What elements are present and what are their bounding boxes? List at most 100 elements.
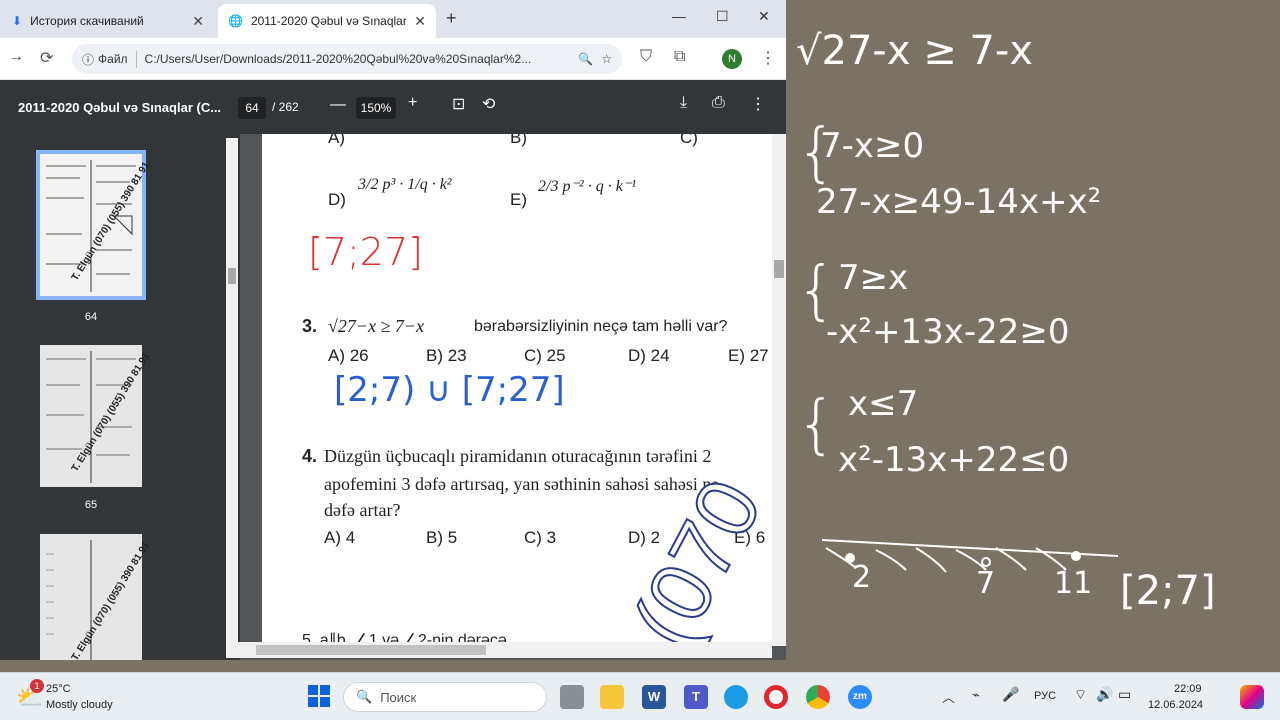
handwritten-answer-red: [7;27] (308, 230, 423, 274)
download-icon[interactable]: ⤓ (680, 94, 687, 112)
option-label: C) (680, 134, 698, 147)
option-label: A) (328, 134, 345, 147)
volume-icon[interactable]: 🔊 (1096, 686, 1113, 703)
network-off-icon[interactable]: ⌁ (972, 687, 980, 703)
close-window-icon[interactable]: ✕ (758, 8, 770, 25)
start-windows-icon[interactable] (308, 685, 330, 707)
page-thumbnail-65[interactable]: T. Elgün (070) (055) 390 81 91 (40, 345, 152, 487)
answer-option: D) 24 (628, 346, 670, 365)
clock-date[interactable]: 12.06.2024 (1148, 699, 1203, 711)
pdf-page: A) B) C) D) 3/2 p³ · 1/q · k² E) 2/3 p⁻²… (262, 134, 772, 644)
windows-taskbar: ⛅ 1 25°C Mostly cloudy 🔍 Поиск W T zm ︿ … (0, 672, 1280, 720)
thumbnail-sidebar: T. Elgün (070) (055) 390 81 91 64 T. Elg… (0, 134, 240, 660)
weather-widget[interactable]: ⛅ 1 25°C Mostly cloudy (14, 679, 134, 715)
handwritten-line: 27-x≥49-14x+x² (816, 182, 1102, 222)
task-view-icon[interactable] (560, 685, 584, 709)
download-icon: ⬇ (12, 14, 23, 28)
minimize-icon[interactable]: — (672, 8, 686, 24)
question-text: bərabərsizliyinin neçə tam həlli var? (474, 318, 728, 335)
chip-label: Файл (98, 52, 128, 66)
edge-icon[interactable] (724, 685, 748, 709)
page-number-input[interactable]: 64 (238, 97, 266, 119)
zoom-icon[interactable]: 🔍 (578, 52, 593, 66)
profile-avatar[interactable]: N (722, 49, 742, 69)
weather-desc: Mostly cloudy (46, 699, 113, 711)
omnibox[interactable]: ⓘ Файл C:/Users/User/Downloads/2011-2020… (72, 44, 622, 74)
number-label: 11 (1054, 566, 1093, 601)
maximize-icon[interactable]: ☐ (716, 8, 729, 25)
handwritten-final-answer: [2;7] (1120, 568, 1216, 614)
question-number: 4. (302, 446, 318, 466)
viewer-scrollbar-horizontal[interactable] (226, 642, 772, 658)
scroll-thumb[interactable] (228, 268, 236, 284)
search-placeholder: Поиск (380, 689, 417, 705)
search-icon: 🔍 (356, 689, 373, 704)
close-tab-icon[interactable]: ✕ (192, 13, 204, 30)
zoom-in-icon[interactable]: + (408, 94, 417, 112)
option-label: E) (510, 190, 527, 209)
tab-label: История скачиваний (30, 14, 144, 28)
battery-icon[interactable]: ▭ (1118, 686, 1131, 703)
question-text: Düzgün üçbucaqlı piramidanın oturacağını… (324, 446, 712, 466)
zoom-app-icon[interactable]: zm (848, 685, 872, 709)
wifi-icon[interactable]: ⌔ (1074, 686, 1087, 704)
handwritten-line: √27-x ≥ 7-x (796, 28, 1033, 74)
site-info-chip[interactable]: ⓘ Файл (82, 50, 137, 68)
pdf-title: 2011-2020 Qəbul və Sınaqlar (C... (18, 100, 222, 115)
handwritten-line: -x²+13x-22≥0 (826, 312, 1070, 352)
answer-option: B) 23 (426, 346, 467, 365)
close-tab-icon[interactable]: ✕ (414, 13, 426, 30)
tab-pdf[interactable]: 🌐 2011-2020 Qəbul və Sınaqlar (C ✕ (218, 4, 436, 38)
option-label: D) (328, 190, 346, 209)
shield-icon[interactable]: ⛉ (640, 48, 652, 66)
handwriting-board: √27-x ≥ 7-x { 7-x≥0 27-x≥49-14x+x² { 7≥x… (786, 0, 1280, 672)
tab-strip: ⬇ История скачиваний ✕ 🌐 2011-2020 Qəbul… (0, 0, 786, 38)
chrome-icon[interactable] (806, 685, 830, 709)
question-text: apofemini 3 dəfə artırsaq, yan səthinin … (324, 474, 720, 494)
pdf-toolbar: 2011-2020 Qəbul və Sınaqlar (C... 64 / 2… (0, 80, 786, 134)
rotate-icon[interactable]: ⟲ (482, 94, 495, 114)
globe-icon: 🌐 (228, 14, 243, 28)
answer-option: E) 27 (728, 346, 769, 365)
extensions-icon[interactable]: ⧉ (674, 48, 685, 66)
input-language[interactable]: РУС (1034, 690, 1056, 702)
copilot-icon[interactable] (1240, 685, 1264, 709)
opera-icon[interactable] (764, 685, 788, 709)
file-explorer-icon[interactable] (600, 685, 624, 709)
option-expression: 3/2 p³ · 1/q · k² (358, 176, 452, 193)
print-icon[interactable]: ⎙ (712, 94, 725, 112)
teams-icon[interactable]: T (684, 685, 708, 709)
word-icon[interactable]: W (642, 685, 666, 709)
chevron-up-icon[interactable]: ︿ (942, 687, 955, 706)
scroll-thumb[interactable] (774, 260, 784, 278)
weather-temp: 25°C (46, 683, 71, 695)
more-options-icon[interactable]: ⋮ (750, 94, 766, 114)
answer-option: A) 4 (324, 528, 356, 547)
forward-icon[interactable]: → (8, 48, 24, 66)
tab-download-history[interactable]: ⬇ История скачиваний ✕ (2, 4, 214, 38)
zoom-level-input[interactable]: 150% (356, 97, 396, 119)
notification-badge: 1 (30, 679, 44, 693)
taskbar-search[interactable]: 🔍 Поиск (343, 682, 547, 712)
handwritten-line: x≤7 (848, 384, 919, 424)
clock-time[interactable]: 22:09 (1174, 683, 1202, 695)
thumbnail-label: 65 (84, 499, 98, 511)
number-label: 2 (852, 560, 872, 595)
handwritten-line: x²-13x+22≤0 (838, 440, 1070, 480)
url-text[interactable]: C:/Users/User/Downloads/2011-2020%20Qəbu… (145, 52, 571, 66)
page-thumbnail-64[interactable]: T. Elgün (070) (055) 390 81 91 (36, 150, 152, 300)
page-total: / 262 (272, 100, 299, 114)
reload-icon[interactable]: ⟳ (40, 48, 53, 68)
microphone-icon[interactable]: 🎤 (1002, 686, 1019, 703)
address-bar-row: → ⟳ ⓘ Файл C:/Users/User/Downloads/2011-… (0, 38, 786, 80)
zoom-out-icon[interactable]: — (330, 96, 346, 114)
page-thumbnail-66[interactable]: T. Elgün (070) (055) 390 81 91 (40, 534, 152, 660)
new-tab-icon[interactable]: + (446, 8, 457, 29)
bookmark-star-icon[interactable]: ☆ (601, 52, 612, 66)
viewer-scrollbar-vertical[interactable] (772, 134, 786, 646)
menu-kebab-icon[interactable]: ⋮ (760, 48, 776, 68)
scroll-thumb[interactable] (256, 645, 486, 655)
fit-page-icon[interactable]: ⊡ (452, 94, 465, 114)
sidebar-scrollbar[interactable] (226, 138, 238, 644)
option-label: B) (510, 134, 527, 147)
